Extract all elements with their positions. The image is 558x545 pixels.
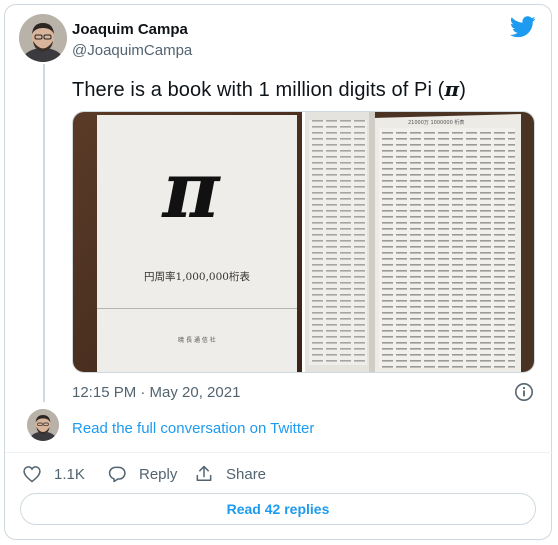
share-icon	[196, 465, 212, 481]
heart-icon	[23, 466, 41, 483]
twitter-bird-icon[interactable]	[510, 16, 536, 38]
thread-line	[43, 64, 45, 402]
author-avatar[interactable]	[19, 14, 67, 62]
reply-icon	[108, 466, 126, 483]
cover-publisher: 暁 長 通 信 社	[178, 336, 216, 344]
read-replies-button[interactable]: Read 42 replies	[20, 493, 536, 525]
read-replies-label: Read 42 replies	[226, 501, 330, 517]
author-name[interactable]: Joaquim Campa	[72, 21, 188, 38]
share-button[interactable]: Share	[194, 463, 266, 485]
author-handle[interactable]: @JoaquimCampa	[72, 42, 192, 59]
page-header: 21000万 1000000 桁表	[408, 119, 464, 126]
cover-pi-symbol: π	[160, 145, 221, 236]
cover-title: 円周率1,000,000桁表	[144, 270, 250, 283]
like-button[interactable]: 1.1K	[22, 463, 85, 485]
divider	[5, 452, 553, 453]
reader-avatar[interactable]	[27, 409, 59, 441]
reply-label: Reply	[139, 465, 178, 483]
book-cover-photo: π 円周率1,000,000桁表 暁 長 通 信 社	[73, 112, 303, 372]
tweet-text: There is a book with 1 million digits of…	[72, 77, 466, 101]
read-conversation-link[interactable]: Read the full conversation on Twitter	[72, 420, 314, 437]
book-pages-photo: 21000万 1000000 桁表	[305, 112, 534, 372]
share-label: Share	[226, 465, 267, 483]
tweet-timestamp[interactable]: 12:15 PM · May 20, 2021	[72, 384, 240, 401]
like-count: 1.1K	[54, 465, 85, 483]
tweet-media[interactable]: π 円周率1,000,000桁表 暁 長 通 信 社 21000万 100000…	[72, 111, 535, 373]
info-icon[interactable]	[514, 382, 534, 402]
reply-button[interactable]: Reply	[107, 463, 177, 485]
